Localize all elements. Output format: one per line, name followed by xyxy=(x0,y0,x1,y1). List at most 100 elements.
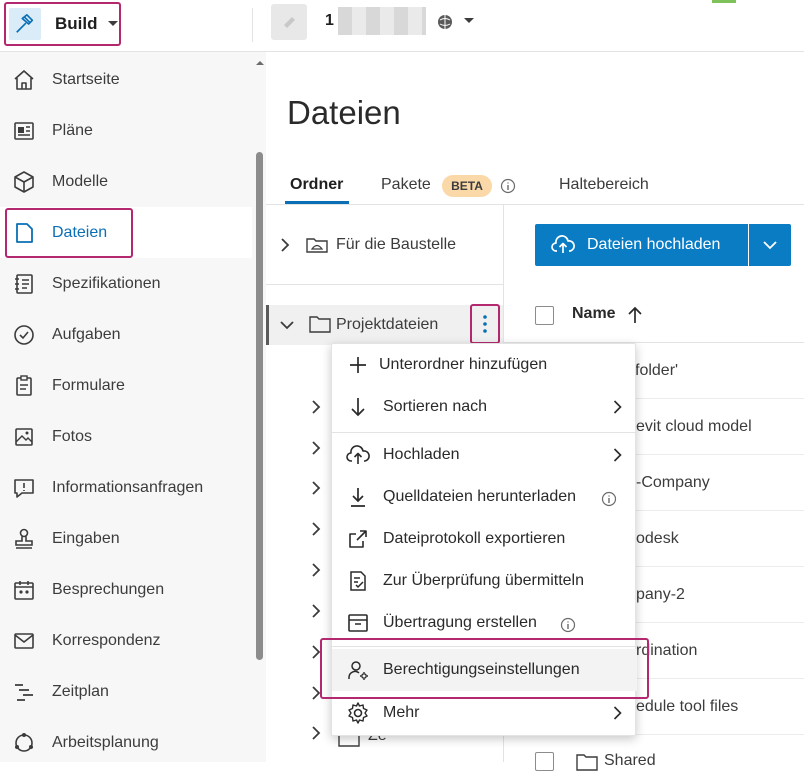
project-thumbnail[interactable] xyxy=(271,4,307,40)
project-chevron-down-icon[interactable] xyxy=(463,17,475,25)
file-name[interactable]: pany-2 xyxy=(636,586,685,604)
sidebar-item-aufgaben[interactable]: Aufgaben xyxy=(0,309,252,360)
menu-item-label: Sortieren nach xyxy=(383,398,488,415)
chevron-right-icon xyxy=(613,706,622,720)
home-icon xyxy=(14,70,34,90)
sidebar-item-informationsanfragen[interactable]: Informationsanfragen xyxy=(0,462,252,513)
menu-item-export-file-log[interactable]: Dateiprotokoll exportieren xyxy=(332,518,637,560)
sheets-icon xyxy=(14,122,34,140)
chevron-right-icon xyxy=(613,400,622,414)
tab-haltebereich[interactable]: Haltebereich xyxy=(559,176,649,194)
sidebar-item-arbeitsplanung[interactable]: Arbeitsplanung xyxy=(0,717,252,768)
sidebar-item-label: Pläne xyxy=(52,122,93,139)
sidebar-item-label: Informationsanfragen xyxy=(52,479,204,496)
menu-item-sort-by[interactable]: Sortieren nach xyxy=(332,386,637,428)
sidebar-scrollbar[interactable] xyxy=(256,152,263,660)
gear-icon xyxy=(348,702,368,724)
sidebar-item-fotos[interactable]: Fotos xyxy=(0,411,252,462)
sort-down-icon xyxy=(351,398,365,417)
top-bar: Build 1 xyxy=(0,0,804,52)
sidebar-item-label: Korrespondenz xyxy=(52,632,161,649)
sidebar-item-besprechungen[interactable]: Besprechungen xyxy=(0,564,252,615)
sidebar-item-korrespondenz[interactable]: Korrespondenz xyxy=(0,615,252,666)
sidebar-item-label: Fotos xyxy=(52,428,93,445)
cloud-upload-icon xyxy=(346,445,370,464)
file-name[interactable]: edule tool files xyxy=(636,698,738,716)
tree-item-baustelle[interactable]: Für die Baustelle xyxy=(266,225,503,265)
chevron-right-icon[interactable] xyxy=(311,604,321,618)
menu-item-label: Dateiprotokoll exportieren xyxy=(383,530,566,547)
specifications-icon xyxy=(15,274,33,294)
globe-icon xyxy=(437,14,453,30)
highlight-box-dateien xyxy=(5,208,133,258)
stamp-icon xyxy=(15,528,33,549)
project-name[interactable]: 1 xyxy=(325,12,334,30)
scroll-up-icon[interactable] xyxy=(255,60,265,66)
chevron-right-icon xyxy=(613,448,622,462)
upload-files-button[interactable]: Dateien hochladen xyxy=(535,224,748,266)
sidebar-item-label: Eingaben xyxy=(52,530,120,547)
tab-pakete[interactable]: Pakete xyxy=(381,176,431,194)
column-header-name[interactable]: Name xyxy=(572,305,616,323)
sidebar-item-plaene[interactable]: Pläne xyxy=(0,105,252,156)
sort-up-icon[interactable] xyxy=(627,306,643,324)
sidebar-item-label: Besprechungen xyxy=(52,581,165,598)
sidebar-item-eingaben[interactable]: Eingaben xyxy=(0,513,252,564)
tree-item-label: Für die Baustelle xyxy=(336,236,457,253)
chevron-right-icon[interactable] xyxy=(311,563,321,577)
chevron-right-icon[interactable] xyxy=(280,238,290,252)
rfi-icon xyxy=(14,479,34,498)
beta-badge: BETA xyxy=(442,175,492,197)
sidebar-item-zeitplan[interactable]: Zeitplan xyxy=(0,666,252,717)
clipboard-icon xyxy=(16,375,32,396)
select-all-checkbox[interactable] xyxy=(535,306,554,325)
hardhat-folder-icon xyxy=(306,238,328,253)
chevron-right-icon[interactable] xyxy=(311,726,321,740)
photo-icon xyxy=(15,428,33,446)
file-name[interactable]: Shared xyxy=(604,752,656,770)
file-name[interactable]: -Company xyxy=(636,474,710,492)
more-options-button[interactable] xyxy=(470,304,500,344)
menu-item-label: Quelldateien herunterladen xyxy=(383,488,577,505)
chevron-right-icon[interactable] xyxy=(311,441,321,455)
plus-icon xyxy=(350,357,366,373)
chevron-down-icon xyxy=(763,240,777,249)
sidebar-item-startseite[interactable]: Startseite xyxy=(0,54,252,105)
file-name[interactable]: evit cloud model xyxy=(636,418,752,436)
menu-item-upload[interactable]: Hochladen xyxy=(332,434,637,476)
chevron-down-icon[interactable] xyxy=(280,320,294,330)
page-title: Dateien xyxy=(287,94,401,131)
upload-button-label: Dateien hochladen xyxy=(587,236,721,253)
status-indicator xyxy=(712,0,736,3)
sidebar-item-label: Aufgaben xyxy=(52,326,121,343)
info-icon[interactable] xyxy=(601,491,617,507)
export-icon xyxy=(349,530,367,548)
menu-item-add-subfolder[interactable]: Unterordner hinzufügen xyxy=(332,344,637,386)
upload-dropdown-button[interactable] xyxy=(749,224,791,266)
file-name[interactable]: odesk xyxy=(636,530,679,548)
menu-item-label: Hochladen xyxy=(383,446,460,463)
hammer-icon xyxy=(9,8,41,40)
folder-icon xyxy=(309,316,331,333)
chevron-right-icon[interactable] xyxy=(311,400,321,414)
download-icon xyxy=(351,488,365,507)
sidebar-item-modelle[interactable]: Modelle xyxy=(0,156,252,207)
info-icon[interactable] xyxy=(560,617,576,633)
menu-item-submit-for-review[interactable]: Zur Überprüfung übermitteln xyxy=(332,560,637,602)
tabs-divider xyxy=(266,204,804,205)
menu-item-download-source-files[interactable]: Quelldateien herunterladen xyxy=(332,476,637,518)
kebab-icon xyxy=(483,315,487,333)
sidebar-item-spezifikationen[interactable]: Spezifikationen xyxy=(0,258,252,309)
info-icon[interactable] xyxy=(500,178,516,194)
product-switcher-button[interactable]: Build xyxy=(4,2,121,46)
tree-item-projektdateien[interactable]: Projektdateien xyxy=(266,305,503,345)
sidebar-item-label: Arbeitsplanung xyxy=(52,734,159,751)
chevron-right-icon[interactable] xyxy=(311,522,321,536)
tab-ordner[interactable]: Ordner xyxy=(290,176,343,194)
chevron-right-icon[interactable] xyxy=(311,481,321,495)
workplanning-icon xyxy=(15,733,33,752)
menu-item-label: Zur Überprüfung übermitteln xyxy=(383,572,584,589)
cloud-upload-icon xyxy=(551,235,575,253)
file-name[interactable]: folder' xyxy=(635,362,678,380)
sidebar-item-formulare[interactable]: Formulare xyxy=(0,360,252,411)
